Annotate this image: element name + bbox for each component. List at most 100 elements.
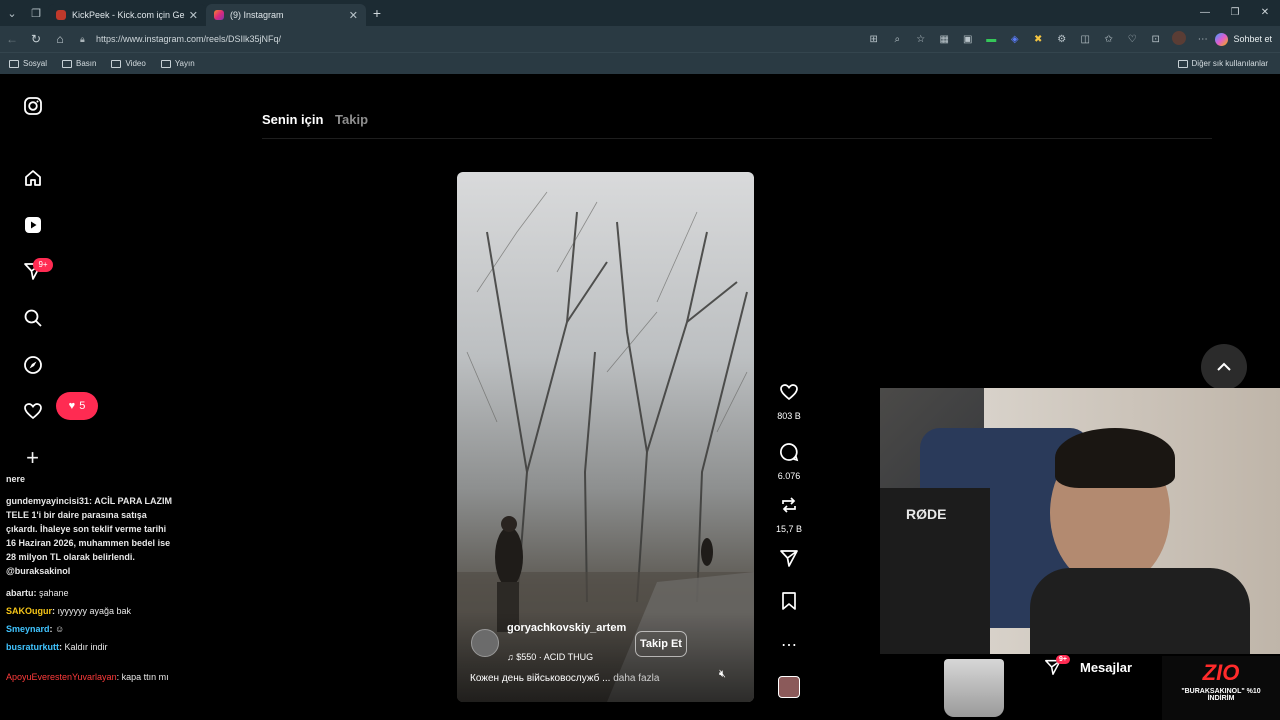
tab-for-you[interactable]: Senin için — [262, 112, 323, 127]
tab-title: (9) Instagram — [230, 10, 284, 20]
home-icon[interactable] — [20, 165, 45, 190]
reels-icon[interactable] — [20, 212, 45, 237]
messages-button[interactable]: 9+ Mesajlar — [1044, 652, 1132, 682]
instagram-logo-icon[interactable] — [20, 93, 45, 118]
extensions-puzzle-icon[interactable]: ⚙ — [1050, 34, 1074, 45]
folder-icon — [160, 59, 171, 68]
caption-text: Кожен день військовослужб ... — [470, 673, 611, 684]
chevron-up-icon — [1217, 362, 1231, 371]
folder-icon — [111, 59, 122, 68]
lock-icon: 🔒︎ — [80, 33, 85, 44]
minimize-button[interactable]: — — [1190, 0, 1220, 26]
bookmark-label: Video — [125, 59, 146, 68]
workspaces-icon[interactable]: ❐ — [24, 0, 48, 26]
browser-tab-strip: ⌄ ❐ KickPeek - Kick.com için Gerçek Za ✕… — [0, 0, 1280, 26]
close-tab-icon[interactable]: ✕ — [349, 9, 358, 22]
like-heart-icon — [780, 384, 798, 401]
chat-message: abartu: şahane — [6, 588, 69, 598]
scroll-up-button[interactable] — [1201, 344, 1247, 390]
chat-text: ıyyyyyy ayağa bak — [57, 606, 132, 616]
extension-icon[interactable]: ✖ — [1027, 34, 1051, 45]
share-action[interactable] — [770, 548, 808, 573]
chat-text: ACİL PARA LAZIM TELE 1'i bir daire paras… — [6, 496, 173, 576]
comment-icon — [780, 443, 799, 462]
tab-actions-chevron-icon[interactable]: ⌄ — [0, 0, 24, 26]
messages-badge: 9+ — [1056, 654, 1070, 664]
save-action[interactable] — [770, 591, 808, 616]
chat-message: Smeynard: ☺ — [6, 624, 65, 634]
more-options-icon[interactable]: ⋯ — [770, 635, 808, 655]
refresh-icon[interactable]: ↻ — [24, 32, 48, 46]
product-cup-image — [944, 659, 1004, 717]
other-bookmarks-label: Diğer sık kullanılanlar — [1191, 59, 1268, 68]
likes-badge-count: 5 — [79, 400, 86, 412]
bookmark-folder-sosyal[interactable]: Sosyal — [9, 59, 47, 68]
explore-compass-icon[interactable] — [20, 352, 45, 377]
bookmark-label: Basın — [76, 59, 97, 68]
extension-icon[interactable]: ▣ — [956, 34, 980, 45]
mic-brand: RØDE — [906, 506, 947, 522]
tab-kickpeek[interactable]: KickPeek - Kick.com için Gerçek Za ✕ — [48, 4, 206, 26]
url-field[interactable]: 🔒︎ https://www.instagram.com/reels/DSIlk… — [80, 29, 920, 49]
instagram-favicon-icon — [214, 10, 224, 20]
chat-message: ApoyuEverestenYuvarlayan: kapa ttın mı — [6, 672, 169, 682]
tab-following[interactable]: Takip — [335, 112, 368, 127]
caption-more[interactable]: daha fazla — [613, 673, 659, 684]
reel-caption[interactable]: Кожен день військовослужб ... daha fazla — [470, 673, 659, 684]
favorite-star-icon[interactable]: ☆ — [909, 34, 933, 45]
extension-icon[interactable]: ▬ — [980, 34, 1004, 45]
mute-icon[interactable]: 🔇︎ — [719, 668, 726, 681]
like-count: 803 B — [777, 411, 801, 421]
close-tab-icon[interactable]: ✕ — [189, 9, 198, 22]
comment-action[interactable]: 6.076 — [770, 442, 808, 481]
address-toolbar: ← ↻ ⌂ 🔒︎ https://www.instagram.com/reels… — [0, 26, 1280, 52]
follow-button[interactable]: Takip Et — [635, 631, 687, 657]
new-tab-button[interactable]: + — [366, 5, 388, 21]
app-available-icon[interactable]: ⊞ — [862, 34, 886, 45]
reel-video[interactable]: goryachkovskiy_artem ♫ $550 · ACID THUG … — [457, 172, 754, 702]
comment-count: 6.076 — [777, 471, 801, 481]
reel-music[interactable]: ♫ $550 · ACID THUG — [507, 652, 593, 662]
likes-notification-badge: ♥ 5 — [56, 392, 98, 420]
notifications-heart-icon[interactable] — [20, 398, 45, 423]
home-icon[interactable]: ⌂ — [48, 32, 72, 46]
back-icon[interactable]: ← — [0, 32, 24, 46]
audio-thumbnail[interactable] — [770, 676, 808, 698]
zoom-icon[interactable]: ⌕ — [886, 34, 910, 45]
streamer-hair — [1055, 428, 1175, 488]
uploader-username[interactable]: goryachkovskiy_artem — [507, 621, 627, 635]
search-icon[interactable] — [20, 305, 45, 330]
divider — [262, 138, 1212, 139]
split-screen-icon[interactable]: ◫ — [1074, 34, 1098, 45]
bookmark-label: Yayın — [174, 59, 195, 68]
repost-action[interactable]: 15,7 B — [770, 495, 808, 534]
close-window-button[interactable]: ✕ — [1250, 0, 1280, 26]
bookmark-folder-yayin[interactable]: Yayın — [160, 59, 195, 68]
messages-label: Mesajlar — [1079, 659, 1133, 675]
tab-instagram[interactable]: (9) Instagram ✕ — [206, 4, 366, 26]
favorites-icon[interactable]: ✩ — [1097, 34, 1121, 45]
like-action[interactable]: 803 B — [770, 382, 808, 421]
browser-essentials-icon[interactable]: ♡ — [1121, 34, 1145, 45]
chat-text: kapa ttın mı — [121, 672, 169, 682]
create-plus-icon[interactable]: + — [20, 445, 45, 470]
bookmarks-bar: Sosyal Basın Video Yayın Diğer sık kulla… — [0, 52, 1280, 74]
extension-icon[interactable]: ◈ — [1003, 34, 1027, 45]
emote-icon: ☺ — [55, 624, 65, 634]
bookmark-folder-video[interactable]: Video — [111, 59, 146, 68]
share-icon — [780, 550, 798, 567]
restore-button[interactable]: ❐ — [1220, 0, 1250, 26]
collections-icon[interactable]: ⊡ — [1144, 34, 1168, 45]
copilot-chat-button[interactable]: Sohbet et — [1215, 30, 1272, 48]
folder-icon — [1177, 59, 1188, 68]
uploader-avatar[interactable] — [471, 629, 499, 657]
sponsor-logo: ZIO "BURAKSAKINOL" %10 İNDİRİM — [1162, 656, 1280, 720]
profile-avatar[interactable] — [1168, 30, 1192, 48]
window-controls: — ❐ ✕ — [1190, 0, 1280, 26]
chat-message: busraturkutt: Kaldır indir — [6, 642, 108, 652]
other-bookmarks[interactable]: Diğer sık kullanılanlar — [1177, 59, 1268, 68]
bookmark-folder-basin[interactable]: Basın — [62, 59, 96, 68]
extension-icon[interactable]: ▦ — [933, 34, 957, 45]
stream-chat-overlay: nere gundemyayincisi31: ACİL PARA LAZIM … — [0, 472, 175, 684]
more-menu-icon[interactable]: ⋯ — [1191, 34, 1215, 45]
